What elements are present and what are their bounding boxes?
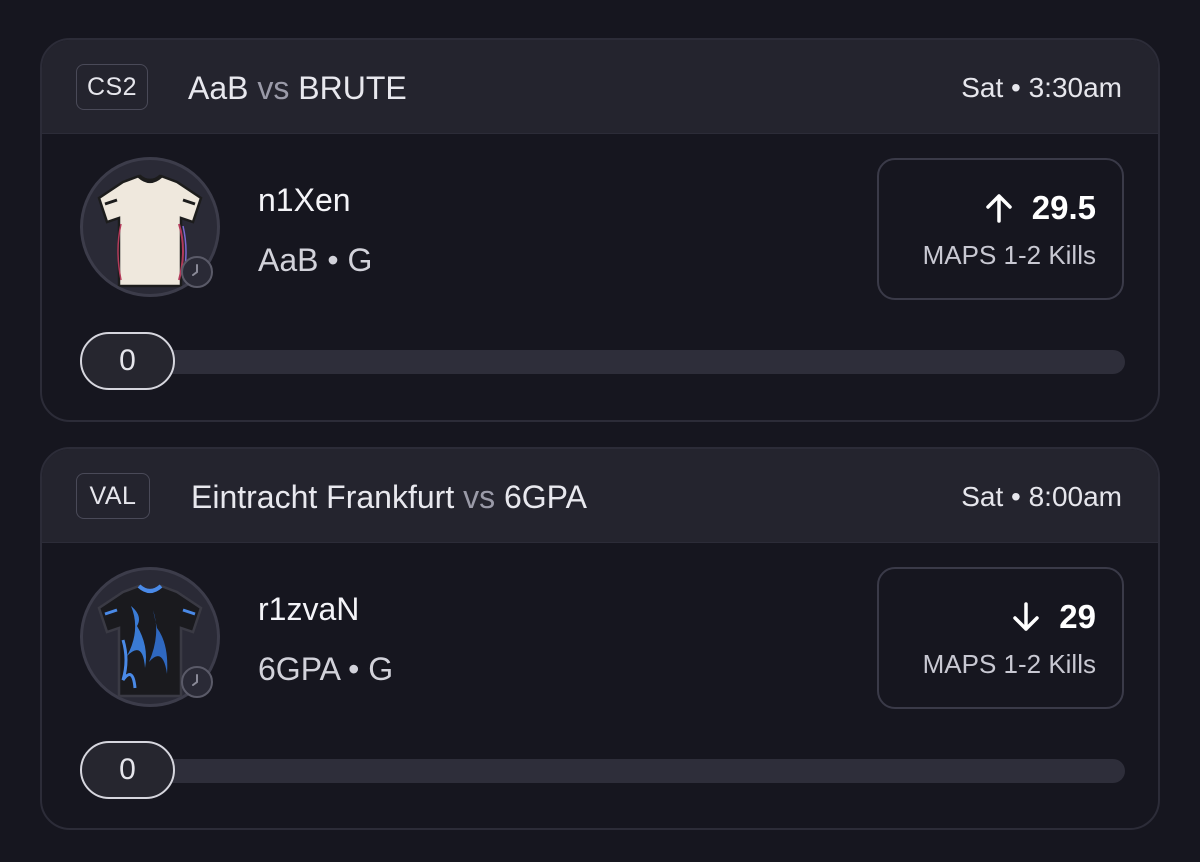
player-name: n1Xen: [258, 182, 351, 218]
team-a: Eintracht Frankfurt: [191, 479, 455, 515]
projection-label: MAPS 1-2 Kills: [922, 240, 1096, 270]
projection-box[interactable]: 29.5 MAPS 1-2 Kills: [877, 158, 1124, 300]
team-b: BRUTE: [298, 70, 407, 106]
player-avatar[interactable]: [80, 157, 220, 297]
clock-icon: [181, 666, 213, 698]
projection-box[interactable]: 29 MAPS 1-2 Kills: [877, 567, 1124, 709]
matchup: AaB vs BRUTE: [188, 68, 407, 108]
projection-value: 29: [1059, 598, 1096, 635]
progress-value: 0: [80, 332, 175, 390]
player-team-position: 6GPA • G: [258, 651, 394, 687]
prop-card[interactable]: CS2 AaB vs BRUTE Sat • 3:30am n1Xen AaB …: [40, 38, 1160, 422]
player-team-position: AaB • G: [258, 242, 373, 278]
prop-card[interactable]: VAL Eintracht Frankfurt vs 6GPA Sat • 8:…: [40, 447, 1160, 830]
arrow-up-icon: [986, 194, 1012, 223]
player-avatar[interactable]: [80, 567, 220, 707]
projection-value-row: 29: [1011, 595, 1096, 639]
match-header: VAL Eintracht Frankfurt vs 6GPA Sat • 8:…: [42, 449, 1158, 543]
clock-icon: [181, 256, 213, 288]
game-badge: CS2: [76, 64, 148, 110]
match-time: Sat • 8:00am: [961, 481, 1122, 512]
arrow-down-icon: [1013, 602, 1040, 631]
vs-label: vs: [463, 479, 496, 515]
progress-track: [80, 350, 1125, 374]
match-time: Sat • 3:30am: [961, 72, 1122, 103]
projection-label: MAPS 1-2 Kills: [922, 649, 1096, 679]
matchup: Eintracht Frankfurt vs 6GPA: [191, 477, 587, 517]
match-header: CS2 AaB vs BRUTE Sat • 3:30am: [42, 40, 1158, 134]
player-name: r1zvaN: [258, 591, 360, 627]
projection-value-row: 29.5: [984, 186, 1096, 230]
team-a: AaB: [188, 70, 249, 106]
game-badge: VAL: [76, 473, 150, 519]
progress-track: [80, 759, 1125, 783]
progress-value: 0: [80, 741, 175, 799]
projection-value: 29.5: [1031, 189, 1096, 226]
team-b: 6GPA: [503, 479, 587, 515]
vs-label: vs: [257, 70, 290, 106]
